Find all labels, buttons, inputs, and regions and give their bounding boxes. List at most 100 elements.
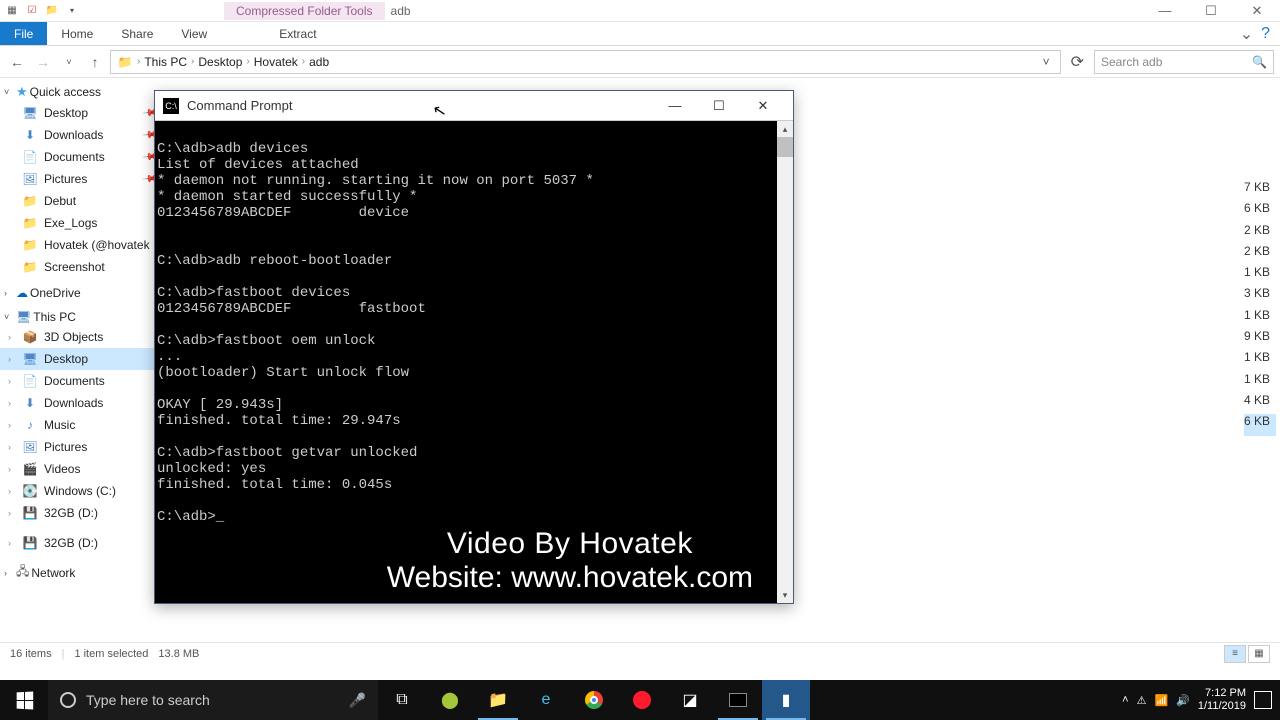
sidebar-item-hovatek[interactable]: 📁Hovatek (@hovatek: [0, 234, 160, 256]
scroll-thumb[interactable]: [777, 137, 793, 157]
app-icon: ▦: [4, 3, 20, 19]
sidebar-item-screenshot[interactable]: 📁Screenshot: [0, 256, 160, 278]
sidebar-item-3dobjects[interactable]: ›📦3D Objects: [0, 326, 160, 348]
breadcrumb-segment[interactable]: Hovatek: [254, 55, 298, 69]
sidebar-item-videos[interactable]: ›🎬Videos: [0, 458, 160, 480]
refresh-button[interactable]: ⟳: [1065, 52, 1090, 72]
file-size: 4 KB: [1244, 393, 1276, 414]
chevron-right-icon: ›: [302, 56, 305, 67]
tray-network-icon[interactable]: 📶: [1154, 694, 1168, 707]
status-size: 13.8 MB: [158, 648, 199, 660]
taskbar-app1-icon[interactable]: ◪: [666, 680, 714, 720]
chevron-right-icon: ›: [8, 486, 18, 496]
breadcrumb-segment[interactable]: adb: [309, 55, 329, 69]
sidebar-quick-access[interactable]: ˅★Quick access: [0, 82, 160, 102]
sidebar-network[interactable]: ›🖧Network: [0, 560, 160, 585]
sidebar-item-music[interactable]: ›♪Music: [0, 414, 160, 436]
taskbar-chrome-icon[interactable]: [570, 680, 618, 720]
taskview-button[interactable]: ⧉: [378, 680, 426, 720]
taskbar-cmd-icon[interactable]: [714, 680, 762, 720]
nav-forward-button[interactable]: →: [32, 51, 54, 73]
taskbar-opera-icon[interactable]: [618, 680, 666, 720]
tray-volume-icon[interactable]: 🔊: [1176, 694, 1190, 707]
tray-icon[interactable]: ⚠: [1137, 694, 1147, 707]
sidebar-item-debut[interactable]: 📁Debut: [0, 190, 160, 212]
sidebar-item-label: Desktop: [44, 352, 88, 366]
qat-customize-icon[interactable]: ▾: [64, 3, 80, 19]
watermark-line1: Video By Hovatek: [387, 527, 753, 561]
sidebar-item-label: Desktop: [44, 106, 88, 120]
help-icon[interactable]: ?: [1261, 25, 1270, 43]
tray-clock[interactable]: 7:12 PM 1/11/2019: [1198, 687, 1246, 713]
download-icon: ⬇: [22, 127, 38, 143]
file-size: 6 KB: [1244, 201, 1276, 222]
cmd-scrollbar[interactable]: ▴ ▾: [777, 121, 793, 603]
close-button[interactable]: ✕: [1234, 0, 1280, 22]
nav-recent-dropdown[interactable]: ˅: [58, 51, 80, 73]
qat-properties-icon[interactable]: ☑: [24, 3, 40, 19]
sidebar-item-documents[interactable]: 📄Documents📌: [0, 146, 160, 168]
3d-icon: 📦: [22, 329, 38, 345]
nav-back-button[interactable]: ←: [6, 51, 28, 73]
scroll-down-icon[interactable]: ▾: [777, 587, 793, 603]
view-details-button[interactable]: ≡: [1224, 645, 1246, 663]
sidebar-item-downloads[interactable]: ⬇Downloads📌: [0, 124, 160, 146]
taskbar-search[interactable]: Type here to search 🎤: [48, 680, 378, 720]
qat-newfolder-icon[interactable]: 📁: [44, 3, 60, 19]
cmd-minimize-button[interactable]: —: [653, 92, 697, 120]
cmd-titlebar[interactable]: C:\ Command Prompt — ☐ ✕: [155, 91, 793, 121]
sidebar-this-pc[interactable]: ˅🖥This PC: [0, 308, 160, 326]
cmd-close-button[interactable]: ✕: [741, 92, 785, 120]
scroll-up-icon[interactable]: ▴: [777, 121, 793, 137]
sidebar-item-label: Exe_Logs: [44, 216, 97, 230]
tab-extract[interactable]: Extract: [265, 22, 330, 45]
chevron-right-icon: ›: [4, 288, 14, 298]
file-size: 1 KB: [1244, 350, 1276, 371]
nav-up-button[interactable]: ↑: [84, 51, 106, 73]
start-button[interactable]: [0, 680, 48, 720]
sidebar-item-label: Debut: [44, 194, 76, 208]
breadcrumb[interactable]: 📁 › This PC › Desktop › Hovatek › adb ˅: [110, 50, 1061, 74]
chevron-right-icon: ›: [8, 538, 18, 548]
search-input[interactable]: Search adb 🔍: [1094, 50, 1274, 74]
sidebar-item-downloads-pc[interactable]: ›⬇Downloads: [0, 392, 160, 414]
sidebar-item-cdrive[interactable]: ›💽Windows (C:): [0, 480, 160, 502]
sidebar-item-documents-pc[interactable]: ›📄Documents: [0, 370, 160, 392]
sidebar-item-ddrive[interactable]: ›💾32GB (D:): [0, 502, 160, 524]
notification-icon[interactable]: [1254, 691, 1272, 709]
cmd-body[interactable]: C:\adb>adb devices List of devices attac…: [155, 121, 793, 603]
ribbon-collapse-icon[interactable]: ⌄: [1240, 24, 1253, 44]
sidebar-item-label: Documents: [44, 374, 105, 388]
minimize-button[interactable]: —: [1142, 0, 1188, 22]
cmd-maximize-button[interactable]: ☐: [697, 92, 741, 120]
mic-icon[interactable]: 🎤: [349, 692, 366, 709]
sidebar-onedrive[interactable]: ›☁OneDrive: [0, 284, 160, 302]
file-size: 1 KB: [1244, 308, 1276, 329]
file-size: 1 KB: [1244, 265, 1276, 286]
tab-home[interactable]: Home: [47, 22, 107, 45]
sidebar-item-ddrive2[interactable]: ›💾32GB (D:): [0, 532, 160, 554]
chevron-right-icon: ›: [8, 354, 18, 364]
breadcrumb-dropdown-icon[interactable]: ˅: [1039, 55, 1054, 69]
sidebar-item-pictures[interactable]: 🖼Pictures📌: [0, 168, 160, 190]
maximize-button[interactable]: ☐: [1188, 0, 1234, 22]
sidebar-item-pictures-pc[interactable]: ›🖼Pictures: [0, 436, 160, 458]
taskbar-explorer-icon[interactable]: 📁: [474, 680, 522, 720]
taskbar-app2-icon[interactable]: ▮: [762, 680, 810, 720]
sidebar-item-exelogs[interactable]: 📁 Exe_Logs: [0, 212, 160, 234]
view-icons-button[interactable]: ▦: [1248, 645, 1270, 663]
tab-view[interactable]: View: [167, 22, 221, 45]
taskbar-search-placeholder: Type here to search: [86, 692, 210, 708]
sidebar-item-desktop[interactable]: 🖥Desktop📌: [0, 102, 160, 124]
tab-file[interactable]: File: [0, 22, 47, 45]
nav-pane: ˅★Quick access 🖥Desktop📌 ⬇Downloads📌 📄Do…: [0, 78, 160, 642]
system-tray[interactable]: ˄ ⚠ 📶 🔊 7:12 PM 1/11/2019: [1114, 687, 1280, 713]
taskbar-android-icon[interactable]: ⬤: [426, 680, 474, 720]
tab-share[interactable]: Share: [107, 22, 167, 45]
folder-icon: 📁: [22, 215, 38, 231]
breadcrumb-segment[interactable]: This PC: [144, 55, 187, 69]
taskbar-edge-icon[interactable]: e: [522, 680, 570, 720]
sidebar-item-desktop-pc[interactable]: ›🖥Desktop: [0, 348, 160, 370]
breadcrumb-segment[interactable]: Desktop: [198, 55, 242, 69]
tray-chevron-up-icon[interactable]: ˄: [1122, 694, 1128, 706]
